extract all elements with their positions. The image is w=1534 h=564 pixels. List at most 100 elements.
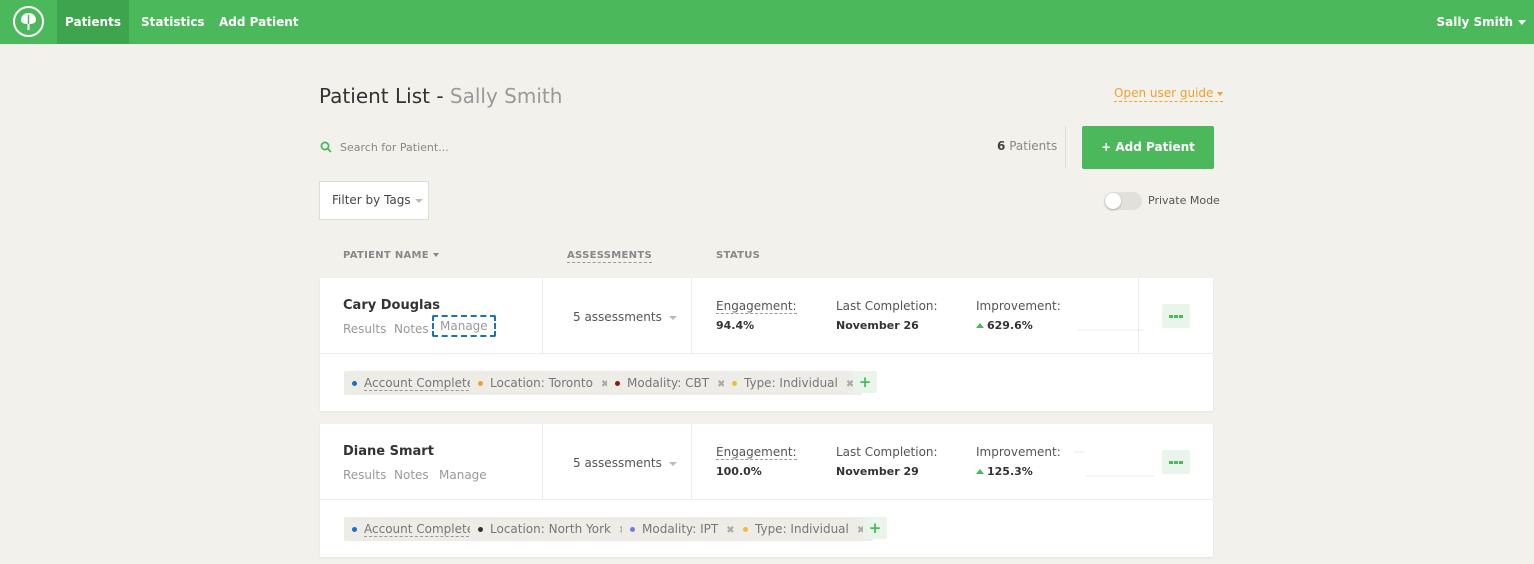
guide-label: Open user guide — [1114, 86, 1214, 100]
tag-modality: Modality: CBT ✖ — [607, 371, 734, 395]
divider — [691, 278, 692, 354]
plus-icon: + — [858, 373, 872, 391]
private-mode-label: Private Mode — [1148, 194, 1220, 207]
close-icon[interactable]: ✖ — [726, 525, 734, 536]
nav-patients[interactable]: Patients — [57, 0, 129, 44]
page-title-text: Patient List - — [319, 84, 450, 108]
improvement-number: 125.3% — [987, 465, 1033, 478]
more-dots-icon — [1169, 315, 1173, 318]
tag-dot — [352, 527, 357, 532]
engagement-label: Engagement: — [716, 299, 797, 314]
filter-by-tags-button[interactable]: Filter by Tags — [319, 181, 429, 220]
user-menu[interactable]: Sally Smith — [1436, 0, 1526, 44]
results-link[interactable]: Results — [343, 322, 386, 336]
search-icon — [320, 141, 332, 153]
results-link[interactable]: Results — [343, 468, 386, 482]
more-dots-icon — [1174, 315, 1178, 318]
tag-account-complete[interactable]: Account Complete — [344, 517, 483, 541]
tag-dot — [352, 381, 357, 386]
sort-caret-icon — [432, 253, 439, 257]
improvement-value: 629.6% — [976, 319, 1033, 332]
more-dots-icon — [1169, 461, 1173, 464]
assessments-dropdown[interactable]: 5 assessments — [573, 456, 677, 470]
private-mode-toggle[interactable] — [1104, 192, 1142, 210]
filter-label: Filter by Tags — [332, 193, 411, 207]
more-options-button[interactable] — [1162, 304, 1190, 328]
improvement-number: 629.6% — [987, 319, 1033, 332]
improvement-sparkline — [1074, 451, 1154, 477]
patient-count-label: Patients — [1009, 139, 1058, 153]
open-user-guide-link[interactable]: Open user guide — [1114, 86, 1224, 102]
page-title: Patient List - Sally Smith — [319, 84, 562, 108]
tag-dot — [478, 381, 483, 386]
more-dots-icon — [1179, 315, 1183, 318]
add-tag-button[interactable]: + — [853, 371, 877, 393]
chevron-down-icon — [668, 315, 677, 320]
patient-card: Diane Smart Results Notes Manage 5 asses… — [320, 424, 1213, 557]
tag-dot — [732, 381, 737, 386]
leaf-logo-icon[interactable] — [13, 6, 44, 37]
last-completion-label: Last Completion: — [836, 299, 938, 313]
notes-link[interactable]: Notes — [394, 322, 429, 336]
patient-name[interactable]: Cary Douglas — [343, 298, 440, 313]
tag-location: Location: North York✖ — [470, 517, 636, 541]
patient-count-number: 6 — [997, 139, 1006, 153]
toggle-knob — [1105, 193, 1121, 209]
chevron-down-icon — [414, 198, 423, 203]
tag-type: Type: Individual ✖ — [724, 371, 863, 395]
tag-label: Account Complete — [364, 522, 475, 537]
improvement-label: Improvement: — [976, 445, 1061, 459]
tag-modality: Modality: IPT ✖ — [622, 517, 743, 541]
tag-dot — [478, 527, 483, 532]
patient-row: Diane Smart Results Notes Manage 5 asses… — [320, 424, 1213, 500]
tag-label: Location: Toronto — [490, 376, 593, 390]
plus-icon: + — [868, 519, 882, 537]
column-patient-name-label: PATIENT NAME — [343, 250, 429, 261]
divider — [691, 424, 692, 500]
patient-row: Cary Douglas Results Notes Manage 5 asse… — [320, 278, 1213, 354]
more-options-button[interactable] — [1162, 450, 1190, 474]
tag-label: Type: Individual — [744, 376, 838, 390]
more-dots-icon — [1179, 461, 1183, 464]
tag-label: Location: North York — [490, 522, 611, 536]
patient-name[interactable]: Diane Smart — [343, 444, 434, 459]
last-completion-value: November 26 — [836, 319, 919, 332]
improvement-value: 125.3% — [976, 465, 1033, 478]
notes-link[interactable]: Notes — [394, 468, 429, 482]
assessments-count: 5 assessments — [573, 310, 662, 324]
chevron-down-icon — [668, 461, 677, 466]
chevron-down-icon — [1217, 91, 1224, 96]
divider — [542, 278, 543, 354]
search-input[interactable] — [336, 136, 636, 158]
add-patient-button[interactable]: + Add Patient — [1082, 126, 1214, 169]
improvement-label: Improvement: — [976, 299, 1061, 313]
manage-link[interactable]: Manage — [432, 315, 496, 337]
arrow-up-icon — [976, 468, 984, 474]
tag-label: Modality: CBT — [627, 376, 710, 390]
divider — [1065, 126, 1066, 168]
tag-label: Type: Individual — [755, 522, 849, 536]
assessments-dropdown[interactable]: 5 assessments — [573, 310, 677, 324]
patient-count: 6 Patients — [997, 139, 1057, 153]
assessments-count: 5 assessments — [573, 456, 662, 470]
tag-dot — [615, 381, 620, 386]
column-assessments: ASSESSMENTS — [567, 250, 652, 263]
nav-add-patient[interactable]: Add Patient — [219, 0, 298, 44]
nav-statistics[interactable]: Statistics — [141, 0, 205, 44]
manage-link[interactable]: Manage — [439, 468, 487, 482]
top-nav: Patients Statistics Add Patient Sally Sm… — [0, 0, 1534, 44]
tag-account-complete[interactable]: Account Complete — [344, 371, 483, 395]
patient-card: Cary Douglas Results Notes Manage 5 asse… — [320, 278, 1213, 411]
tag-dot — [630, 527, 635, 532]
last-completion-label: Last Completion: — [836, 445, 938, 459]
engagement-value: 94.4% — [716, 319, 755, 332]
chevron-down-icon — [1518, 20, 1526, 25]
improvement-sparkline — [1078, 329, 1144, 331]
divider — [542, 424, 543, 500]
last-completion-value: November 29 — [836, 465, 919, 478]
engagement-value: 100.0% — [716, 465, 762, 478]
column-patient-name[interactable]: PATIENT NAME — [343, 250, 439, 261]
column-status: STATUS — [716, 250, 761, 261]
add-tag-button[interactable]: + — [863, 517, 887, 539]
tag-dot — [743, 527, 748, 532]
